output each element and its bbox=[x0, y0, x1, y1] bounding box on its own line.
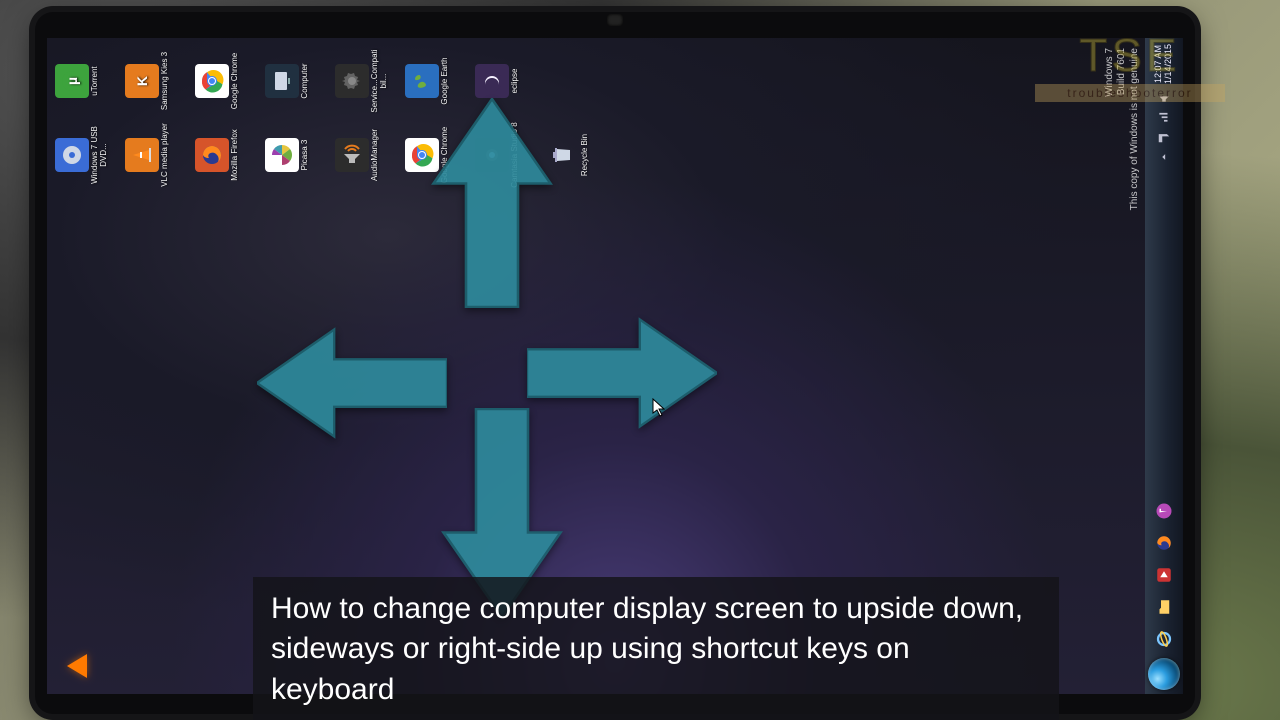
channel-logo-text: TSE bbox=[1035, 28, 1225, 82]
chrome-icon-2[interactable]: Google Chrome bbox=[195, 46, 261, 116]
triangle-icon bbox=[67, 654, 87, 678]
desktop-icon-label: Mozilla Firefox bbox=[231, 129, 240, 181]
channel-subtitle: troubleshooterror bbox=[1035, 84, 1225, 102]
taskbar-pinned-area bbox=[1150, 496, 1178, 654]
samsung-kies-icon[interactable]: K Samsung Kies 3 bbox=[125, 46, 191, 116]
firefox-desktop-icon[interactable]: Mozilla Firefox bbox=[195, 120, 261, 190]
internet-explorer-icon[interactable] bbox=[1150, 624, 1178, 654]
arrow-right-icon bbox=[527, 308, 717, 438]
desktop-icon-label: Samsung Kies 3 bbox=[161, 52, 170, 110]
svg-text:K: K bbox=[134, 76, 150, 86]
firefox-icon[interactable] bbox=[1150, 528, 1178, 558]
utorrent-icon-glyph: µ bbox=[55, 64, 89, 98]
arrow-overlay bbox=[257, 98, 737, 638]
desktop-icon-label: eclipse bbox=[511, 69, 520, 94]
arrow-left-icon bbox=[257, 318, 447, 448]
samsung-kies-icon-glyph: K bbox=[125, 64, 159, 98]
google-earth-icon-glyph bbox=[405, 64, 439, 98]
usb-dvd-tool-icon[interactable]: Windows 7 USB DVD... bbox=[55, 120, 121, 190]
utorrent-icon[interactable]: µ uTorrent bbox=[55, 46, 121, 116]
media-player-icon[interactable] bbox=[1150, 560, 1178, 590]
eclipse-icon-glyph bbox=[475, 64, 509, 98]
usb-dvd-tool-icon-glyph bbox=[55, 138, 89, 172]
firefox-desktop-icon-glyph bbox=[195, 138, 229, 172]
svg-text:µ: µ bbox=[64, 77, 80, 85]
channel-watermark: TSE troubleshooterror bbox=[1035, 28, 1225, 102]
compatibility-icon-glyph bbox=[335, 64, 369, 98]
photo-background: Windows 7 USB DVD... µ uTorrent VLC media p… bbox=[0, 0, 1280, 720]
chrome-icon-2-glyph bbox=[195, 64, 229, 98]
computer-icon-glyph bbox=[265, 64, 299, 98]
desktop-icon-label: Windows 7 USB DVD... bbox=[91, 122, 109, 188]
desktop-icon-label: VLC media player bbox=[161, 123, 170, 187]
chevron-up-icon[interactable] bbox=[1157, 150, 1171, 164]
video-caption: How to change computer display screen to… bbox=[253, 577, 1059, 720]
freemake-gadget[interactable] bbox=[57, 644, 97, 684]
taskbar[interactable]: 12:07 AM 1/14/2015 bbox=[1145, 38, 1183, 694]
desktop-icon-label: Google Chrome bbox=[231, 53, 240, 109]
arrow-up-icon bbox=[427, 98, 557, 308]
start-button[interactable] bbox=[1148, 658, 1180, 690]
network-icon[interactable] bbox=[1157, 110, 1171, 124]
desktop-icon-label: Computer bbox=[301, 63, 310, 98]
action-center-icon[interactable] bbox=[1157, 130, 1171, 144]
itunes-icon[interactable] bbox=[1150, 496, 1178, 526]
desktop-icon-label: uTorrent bbox=[91, 66, 100, 95]
vlc-icon-glyph bbox=[125, 138, 159, 172]
file-explorer-icon[interactable] bbox=[1150, 592, 1178, 622]
vlc-icon[interactable]: VLC media player bbox=[125, 120, 191, 190]
